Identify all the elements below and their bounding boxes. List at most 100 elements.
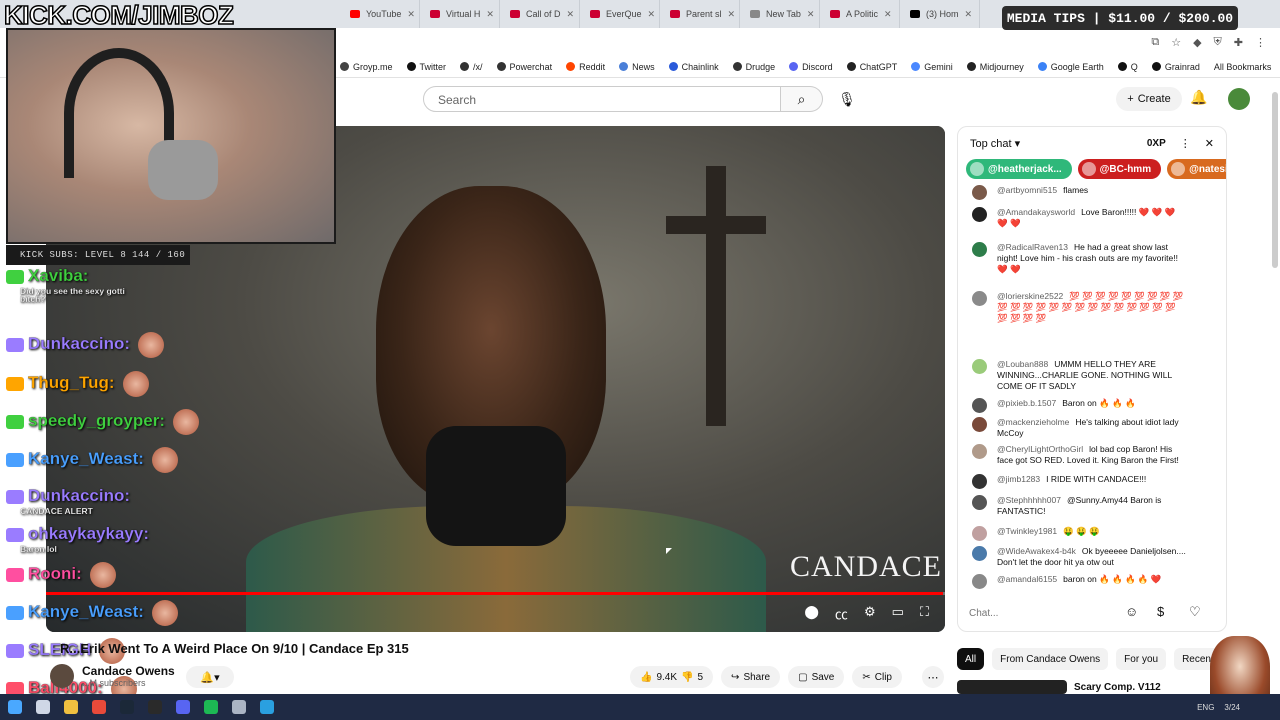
chat-author[interactable]: @RadicalRaven13 [997,242,1068,252]
clock-date[interactable]: 3/24 [1224,703,1240,712]
file-explorer-icon[interactable] [64,700,78,714]
channel-avatar[interactable] [50,664,74,688]
close-icon[interactable]: ✕ [407,9,415,20]
chat-author[interactable]: @mackenzieholme [997,417,1069,427]
related-title[interactable]: Scary Comp. V112 [1074,682,1161,693]
clip-button[interactable]: ✂ Clip [852,666,902,688]
cast-icon[interactable]: ⧉ [1151,36,1159,49]
autoplay-toggle-icon[interactable]: ⬤ [804,604,819,623]
fullscreen-icon[interactable]: ⛶ [920,604,929,623]
steam-icon[interactable] [120,700,134,714]
bookmark-item[interactable]: Grainrad [1151,62,1200,72]
save-button[interactable]: ▢ Save [788,666,845,688]
menu-icon[interactable]: ⋮ [1255,36,1266,49]
filter-chip[interactable]: All [957,648,985,670]
shield-icon[interactable]: ⛨ [1214,36,1222,49]
chat-author[interactable]: @Twinkley1981 [997,526,1057,536]
chat-author[interactable]: @WideAwakex4-b4k [997,546,1076,556]
browser-tab[interactable]: YouTube ✕ [340,0,420,28]
extension-icon[interactable]: ◆ [1193,36,1201,49]
mic-icon[interactable]: 🎙 [836,89,858,109]
bookmark-item[interactable]: Discord [789,62,833,72]
pinned-chip[interactable]: @BC-hmm [1077,159,1162,179]
bookmark-item[interactable]: Twitter [406,62,446,72]
task-view-icon[interactable] [36,700,50,714]
close-icon[interactable]: ✕ [884,9,892,20]
star-icon[interactable]: ☆ [1171,36,1181,49]
close-icon[interactable]: ✕ [965,9,973,20]
chat-menu-icon[interactable]: ⋮ [1180,137,1191,150]
related-thumbnail[interactable] [957,680,1067,694]
close-icon[interactable]: ✕ [648,9,656,20]
bookmark-label: /x/ [473,61,483,72]
browser-tab[interactable]: Call of D ✕ [500,0,580,28]
chat-input[interactable]: Chat... [969,602,1129,619]
chat-author[interactable]: @Amandakaysworld [997,207,1075,217]
discord-icon[interactable] [176,700,190,714]
chat-author[interactable]: @pixieb.b.1507 [997,398,1056,408]
browser-tab[interactable]: Virtual H ✕ [420,0,500,28]
browser-tab[interactable]: EverQue ✕ [580,0,660,28]
browser-tab[interactable]: (3) Hom ✕ [900,0,980,28]
pinned-chip[interactable]: @natesin [1167,159,1226,179]
avatar[interactable] [1228,88,1250,110]
start-icon[interactable] [8,700,22,714]
bookmark-item[interactable]: ChatGPT [846,62,897,72]
theater-icon[interactable]: ▭ [892,604,904,623]
spotify-icon[interactable] [204,700,218,714]
close-icon[interactable]: ✕ [567,9,575,20]
browser-tab[interactable]: Parent sl ✕ [660,0,740,28]
chat-author[interactable]: @Louban888 [997,359,1048,369]
settings-icon[interactable]: ⚙ [864,604,876,623]
filter-chip[interactable]: From Candace Owens [992,648,1109,670]
emoji-icon[interactable]: ☺ [1125,604,1138,619]
like-button[interactable]: 👍 9.4K 👎 5 [630,666,714,688]
share-button[interactable]: ↪ Share [721,666,781,688]
chat-author[interactable]: @Stephhhhh007 [997,495,1061,505]
puzzle-icon[interactable]: ✚ [1234,36,1243,49]
notifications-icon[interactable]: 🔔 [1190,89,1207,106]
close-icon[interactable]: ✕ [486,9,494,20]
language-indicator[interactable]: ENG [1197,703,1214,712]
bookmark-item[interactable]: Gemini [911,62,953,72]
bookmark-item[interactable]: Chainlink [668,62,719,72]
bookmark-item[interactable]: Reddit [566,62,605,72]
bookmark-item[interactable]: /x/ [460,62,483,72]
browser-tab[interactable]: New Tab ✕ [740,0,820,28]
bookmark-item[interactable]: Q [1117,62,1138,72]
bookmark-item[interactable]: Google Earth [1037,62,1104,72]
telegram-icon[interactable] [260,700,274,714]
bookmark-item[interactable]: Groyp.me [340,62,393,72]
super-chat-icon[interactable]: $ [1157,604,1164,619]
browser-tab[interactable]: A Politic ✕ [820,0,900,28]
all-bookmarks[interactable]: All Bookmarks [1214,62,1272,72]
close-icon[interactable]: ✕ [728,9,736,20]
heart-icon[interactable]: ♡ [1189,604,1201,620]
app-icon[interactable] [232,700,246,714]
close-icon[interactable]: ✕ [807,9,815,20]
bookmark-item[interactable]: Powerchat [496,62,552,72]
terminal-icon[interactable] [148,700,162,714]
create-button[interactable]: + Create [1116,87,1182,111]
filter-chip[interactable]: For you [1116,648,1167,670]
chat-author[interactable]: @amandal6155 [997,574,1057,584]
search-button[interactable]: ⌕ [781,86,823,112]
more-actions-button[interactable]: ⋯ [922,666,944,688]
chrome-icon[interactable] [92,700,106,714]
captions-icon[interactable]: ㏄ [835,604,848,623]
chat-author[interactable]: @lorierskine2522 [997,291,1063,301]
progress-bar[interactable] [46,592,945,595]
chat-author[interactable]: @jimb1283 [997,474,1040,484]
pinned-chip[interactable]: @heatherjack... [966,159,1072,179]
bookmark-item[interactable]: Midjourney [966,62,1024,72]
subscribe-bell-button[interactable]: 🔔▾ [186,666,234,688]
chat-mode-dropdown[interactable]: Top chat ▾ [970,137,1020,150]
chat-author[interactable]: @CherylLightOrthoGirl [997,444,1083,454]
page-scrollbar[interactable] [1272,92,1278,268]
chat-author[interactable]: @artbyomni515 [997,185,1057,195]
bookmark-item[interactable]: News [619,62,655,72]
close-icon[interactable]: ✕ [1205,137,1214,150]
search-input[interactable]: Search [423,86,781,112]
channel-name[interactable]: Candace Owens [82,664,175,678]
bookmark-item[interactable]: Drudge [732,62,775,72]
